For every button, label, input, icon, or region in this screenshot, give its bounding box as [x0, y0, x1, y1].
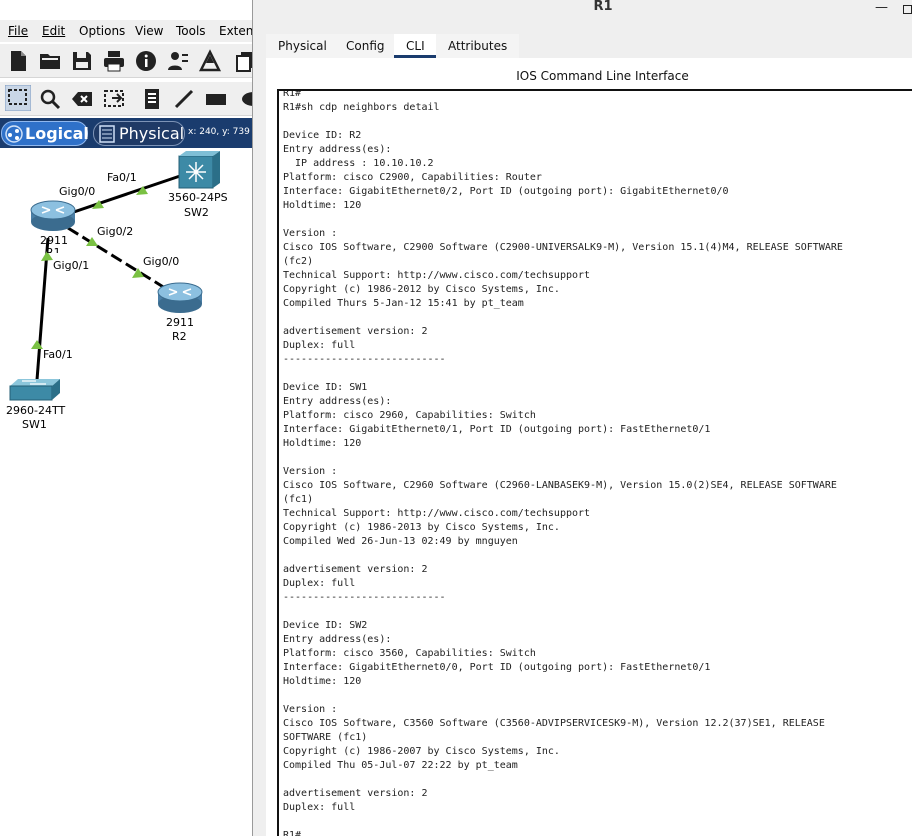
- device-name-label: SW2: [184, 206, 209, 219]
- router-r1-icon[interactable]: [30, 200, 76, 231]
- tab-cli[interactable]: CLI: [394, 34, 437, 58]
- device-name-label: R1: [46, 246, 61, 253]
- port-label: Gig0/1: [53, 259, 90, 272]
- print-icon[interactable]: [102, 49, 126, 73]
- select-icon[interactable]: [5, 85, 31, 111]
- note-icon[interactable]: [140, 87, 164, 111]
- workspace-mode-bar: Logical Physical x: 240, y: 739: [0, 118, 256, 148]
- new-file-icon[interactable]: [6, 49, 30, 73]
- logical-workspace[interactable]: Gig0/0 Fa0/1 Gig0/2 Gig0/0 Gig0/1 Fa0/1 …: [0, 148, 256, 836]
- port-label: Fa0/1: [43, 348, 73, 361]
- main-window: File Edit Options View Tools Extens Logi…: [0, 0, 256, 836]
- menu-file[interactable]: File: [8, 24, 28, 38]
- edit-toolbar: [0, 82, 256, 116]
- resize-icon[interactable]: [102, 87, 126, 111]
- minimize-button[interactable]: —: [875, 0, 888, 15]
- delete-icon[interactable]: [70, 87, 94, 111]
- open-folder-icon[interactable]: [38, 49, 62, 73]
- activity-wizard-icon[interactable]: [198, 49, 222, 73]
- physical-label: Physical: [119, 124, 185, 143]
- window-title-bar[interactable]: R1 —: [253, 0, 912, 22]
- cursor-coordinates: x: 240, y: 739: [188, 127, 250, 137]
- screen: File Edit Options View Tools Extens Logi…: [0, 0, 912, 836]
- switch-sw1-icon[interactable]: [9, 379, 60, 401]
- logical-label: Logical: [25, 124, 89, 143]
- user-network-icon[interactable]: [166, 49, 190, 73]
- port-label: Fa0/1: [107, 171, 137, 184]
- maximize-button[interactable]: [903, 5, 912, 14]
- physical-mode-button[interactable]: Physical: [93, 121, 185, 146]
- cli-panel-title: IOS Command Line Interface: [516, 69, 689, 83]
- menu-options[interactable]: Options: [79, 24, 125, 38]
- router-r2-icon[interactable]: [157, 282, 203, 313]
- line-icon[interactable]: [172, 87, 196, 111]
- cli-console[interactable]: R1# R1#sh cdp neighbors detail Device ID…: [277, 89, 912, 836]
- save-icon[interactable]: [70, 49, 94, 73]
- info-icon[interactable]: [134, 49, 158, 73]
- menu-edit[interactable]: Edit: [42, 24, 65, 38]
- device-model-label: 2911: [166, 316, 194, 329]
- cli-panel: IOS Command Line Interface R1# R1#sh cdp…: [266, 58, 912, 836]
- menu-extensions[interactable]: Extens: [219, 24, 256, 38]
- main-toolbar: [0, 44, 256, 78]
- menu-tools[interactable]: Tools: [176, 24, 206, 38]
- tab-physical[interactable]: Physical: [266, 34, 339, 58]
- device-window-r1: R1 — Physical Config CLI Attributes IOS …: [252, 0, 912, 836]
- rectangle-icon[interactable]: [204, 87, 228, 111]
- tab-config[interactable]: Config: [334, 34, 397, 58]
- menu-view[interactable]: View: [135, 24, 163, 38]
- window-title: R1: [593, 0, 613, 14]
- inspect-icon[interactable]: [38, 87, 62, 111]
- port-label: Gig0/0: [143, 255, 180, 268]
- topology-canvas: [9, 151, 220, 401]
- device-name-label: R2: [172, 330, 187, 343]
- device-model-label: 2960-24TT: [6, 404, 66, 417]
- device-model-label: 3560-24PS: [168, 191, 228, 204]
- port-label: Gig0/2: [97, 225, 134, 238]
- console-output[interactable]: R1# R1#sh cdp neighbors detail Device ID…: [283, 91, 912, 836]
- logical-network-icon: [5, 125, 23, 143]
- logical-mode-button[interactable]: Logical: [1, 121, 89, 146]
- device-name-label: SW1: [22, 418, 47, 431]
- tab-attributes[interactable]: Attributes: [436, 34, 520, 58]
- menu-bar: File Edit Options View Tools Extens: [0, 20, 256, 42]
- port-label: Gig0/0: [59, 185, 96, 198]
- multilayer-switch-sw2-icon[interactable]: [178, 151, 220, 189]
- physical-rack-icon: [99, 125, 115, 143]
